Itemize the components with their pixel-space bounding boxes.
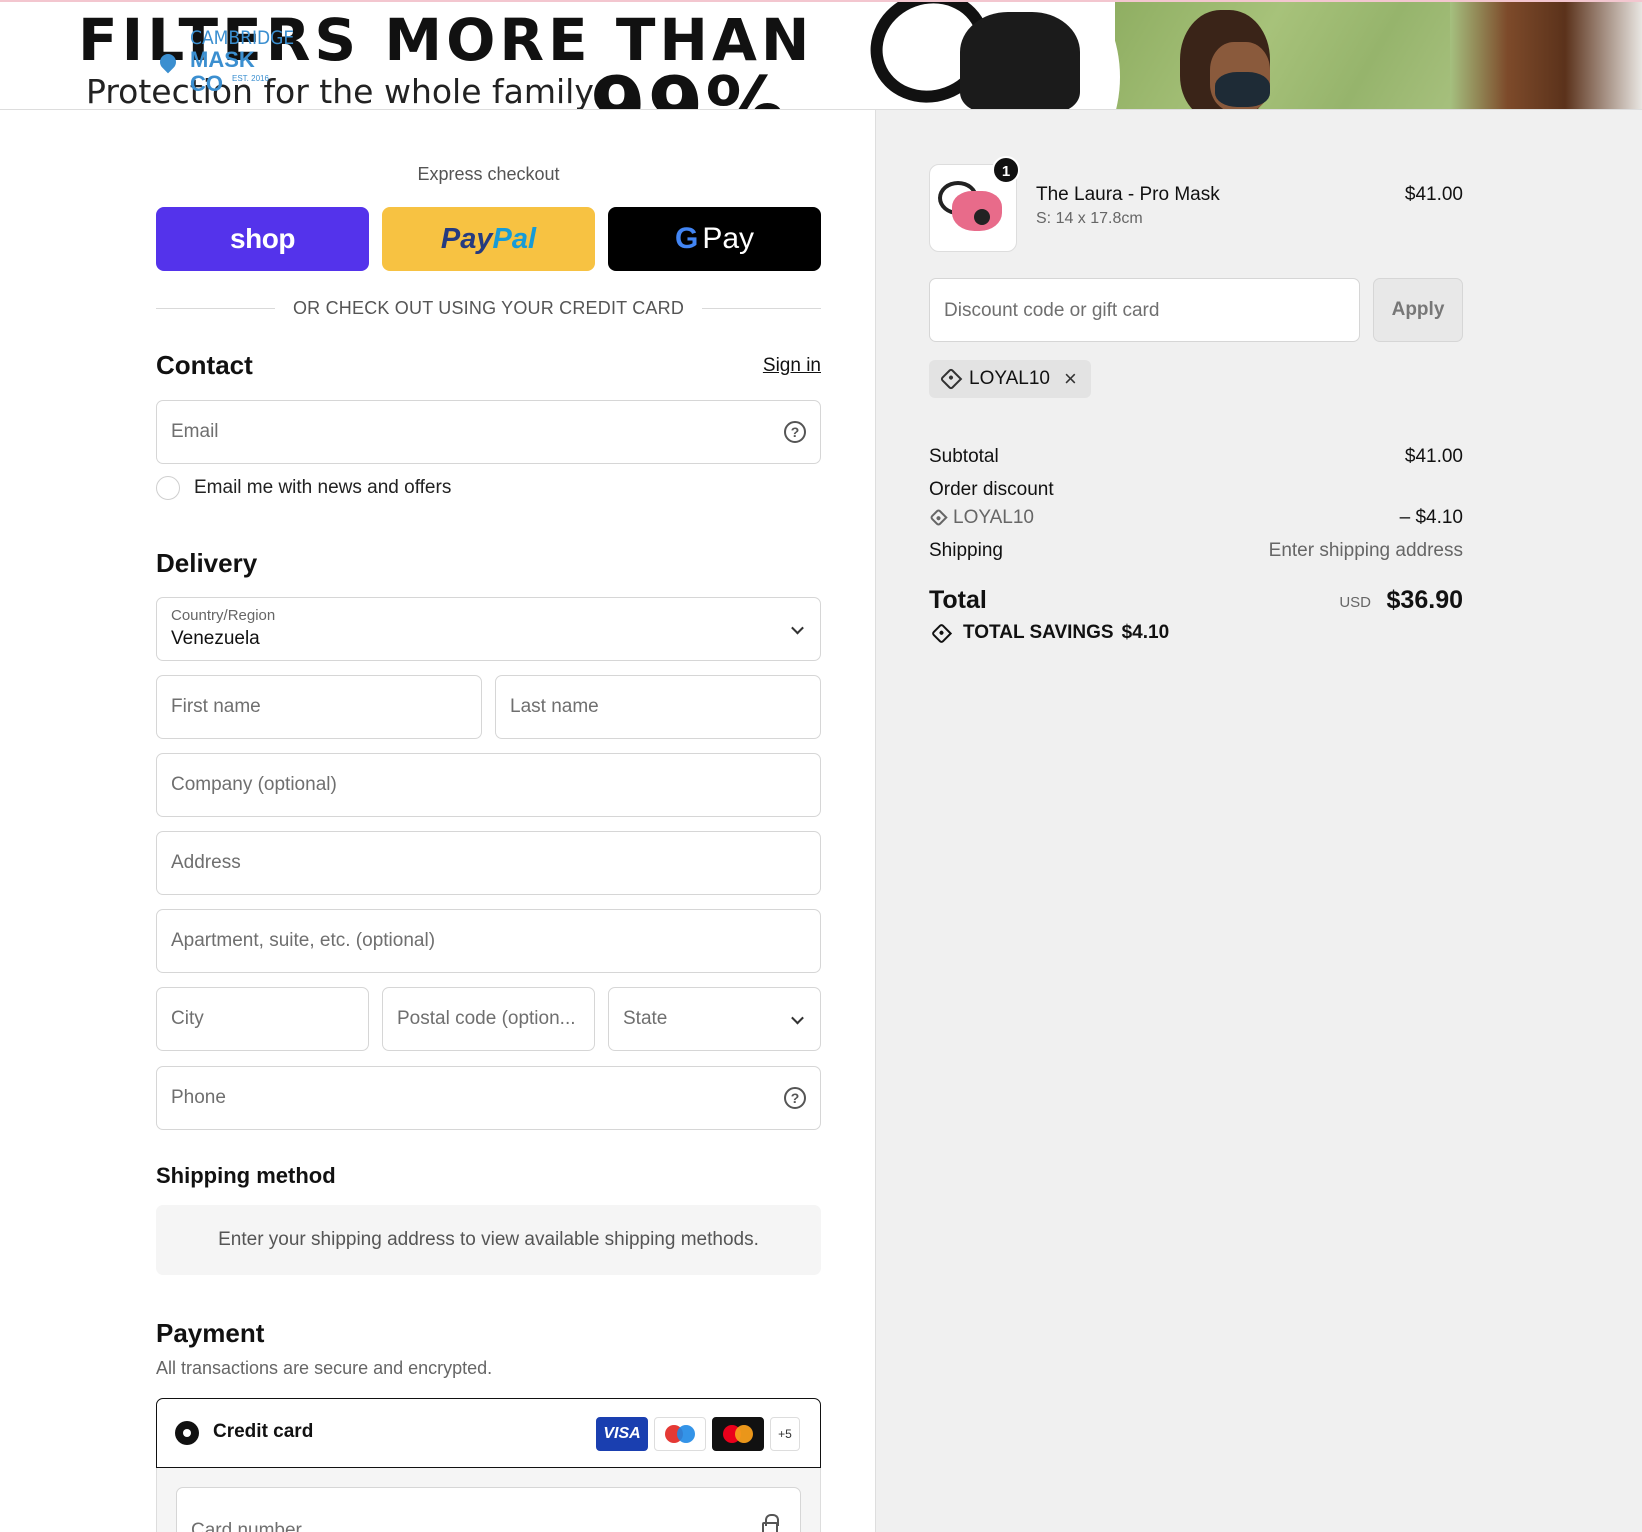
discount-value: – $4.10 [1399,507,1463,528]
shipping-method-title: Shipping method [156,1163,336,1188]
newsletter-option[interactable]: Email me with news and offers [156,476,451,500]
apartment-placeholder: Apartment, suite, etc. (optional) [171,930,436,951]
shipping-notice-text: Enter your shipping address to view avai… [218,1229,759,1250]
chevron-down-icon [791,621,804,635]
paypal-button[interactable]: Pay Pal [382,207,595,271]
paypal-label-pal: Pal [492,222,537,255]
city-placeholder: City [171,1008,204,1029]
store-logo[interactable]: CAMBRIDGE MASK CO EST. 2016 [156,28,294,96]
total-savings: TOTAL SAVINGS $4.10 [929,622,1169,644]
total-value: $36.90 [1386,586,1463,614]
subtotal-label: Subtotal [929,446,999,467]
country-select[interactable]: Country/Region Venezuela [156,597,821,661]
banner-photo [850,2,1642,109]
credit-card-radio[interactable] [175,1421,199,1445]
order-discount-label: Order discount [929,479,1054,500]
address-field[interactable]: Address [156,831,821,895]
last-name-field[interactable]: Last name [495,675,821,739]
applied-discount-chip: LOYAL10 × [929,360,1091,398]
postal-code-placeholder: Postal code (option... [397,1008,576,1029]
discount-placeholder: Discount code or gift card [944,300,1160,321]
shop-pay-label: shop [230,223,295,254]
phone-placeholder: Phone [171,1087,226,1108]
savings-label: TOTAL SAVINGS [963,622,1114,643]
first-name-placeholder: First name [171,696,261,717]
total-label: Total [929,586,987,614]
tag-icon [929,508,948,527]
savings-value: $4.10 [1121,622,1170,643]
total-currency: USD [1339,594,1371,611]
or-divider: OR CHECK OUT USING YOUR CREDIT CARD [156,296,822,320]
banner-percentage: 99% [590,60,788,110]
shipping-method-notice: Enter your shipping address to view avai… [156,1205,821,1275]
last-name-placeholder: Last name [510,696,599,717]
product-name: The Laura - Pro Mask [1036,184,1220,205]
newsletter-checkbox[interactable] [156,476,180,500]
order-discount-row: Order discount [929,479,1463,501]
phone-field[interactable]: Phone ? [156,1066,821,1130]
email-field[interactable]: Email ? [156,400,821,464]
mask-product-image [960,12,1080,109]
logo-line-1: CAMBRIDGE [190,27,295,49]
product-price: $41.00 [1404,184,1463,205]
shipping-row: Shipping Enter shipping address [929,540,1463,562]
discount-code-label: LOYAL10 [953,507,1034,528]
card-number-field[interactable]: Card number [176,1487,801,1532]
logo-line-2: MASK CO [190,47,255,96]
card-number-placeholder: Card number [191,1520,302,1532]
logo-line-3: EST. 2016 [232,74,269,83]
country-label: Country/Region [171,607,276,624]
quantity-badge: 1 [992,156,1020,184]
address-placeholder: Address [171,852,241,873]
credit-card-label: Credit card [213,1421,314,1442]
apply-discount-button[interactable]: Apply [1373,278,1463,342]
discount-code-row: LOYAL10 – $4.10 [929,507,1463,529]
payment-subtitle: All transactions are secure and encrypte… [156,1358,493,1378]
email-placeholder: Email [171,421,219,442]
mastercard-icon [712,1417,764,1451]
applied-code-label: LOYAL10 [969,368,1050,389]
chevron-down-icon [791,1011,804,1025]
or-divider-text: OR CHECK OUT USING YOUR CREDIT CARD [292,297,685,318]
logo-drop-icon [156,50,180,74]
state-select[interactable]: State [608,987,821,1051]
payment-title: Payment [156,1318,265,1348]
state-placeholder: State [623,1008,668,1029]
google-g-icon: G [674,222,699,255]
apartment-field[interactable]: Apartment, suite, etc. (optional) [156,909,821,973]
more-cards-badge: +5 [770,1417,800,1451]
city-field[interactable]: City [156,987,369,1051]
help-icon[interactable]: ? [784,1087,806,1109]
promo-banner: FILTERS MORE THAN Protection for the who… [0,0,1642,110]
lock-icon [762,1514,779,1532]
company-field[interactable]: Company (optional) [156,753,821,817]
company-placeholder: Company (optional) [171,774,337,795]
credit-card-option[interactable]: Credit card VISA +5 [156,1398,821,1468]
google-pay-button[interactable]: G Pay [608,207,821,271]
visa-icon: VISA [596,1417,648,1451]
subtotal-row: Subtotal $41.00 [929,446,1463,468]
paypal-label-pay: Pay [440,222,493,255]
delivery-title: Delivery [156,548,258,578]
remove-discount-icon[interactable]: × [1064,368,1077,390]
sign-in-link[interactable]: Sign in [763,355,821,377]
shop-pay-button[interactable]: shop [156,207,369,271]
maestro-icon [654,1417,706,1451]
newsletter-label: Email me with news and offers [194,477,452,498]
google-pay-label: Pay [702,222,755,255]
country-value: Venezuela [171,628,260,649]
contact-title: Contact [156,350,253,380]
subtotal-value: $41.00 [1404,446,1463,467]
first-name-field[interactable]: First name [156,675,482,739]
savings-tag-icon [930,622,953,644]
shipping-label: Shipping [929,540,1003,561]
postal-code-field[interactable]: Postal code (option... [382,987,595,1051]
product-variant: S: 14 x 17.8cm [1036,210,1143,227]
tag-icon [939,367,963,391]
card-brand-logos: VISA +5 [596,1417,800,1451]
discount-code-input[interactable]: Discount code or gift card [929,278,1360,342]
help-icon[interactable]: ? [784,421,806,443]
shipping-value: Enter shipping address [1268,540,1463,561]
express-checkout-title: Express checkout [417,164,560,184]
